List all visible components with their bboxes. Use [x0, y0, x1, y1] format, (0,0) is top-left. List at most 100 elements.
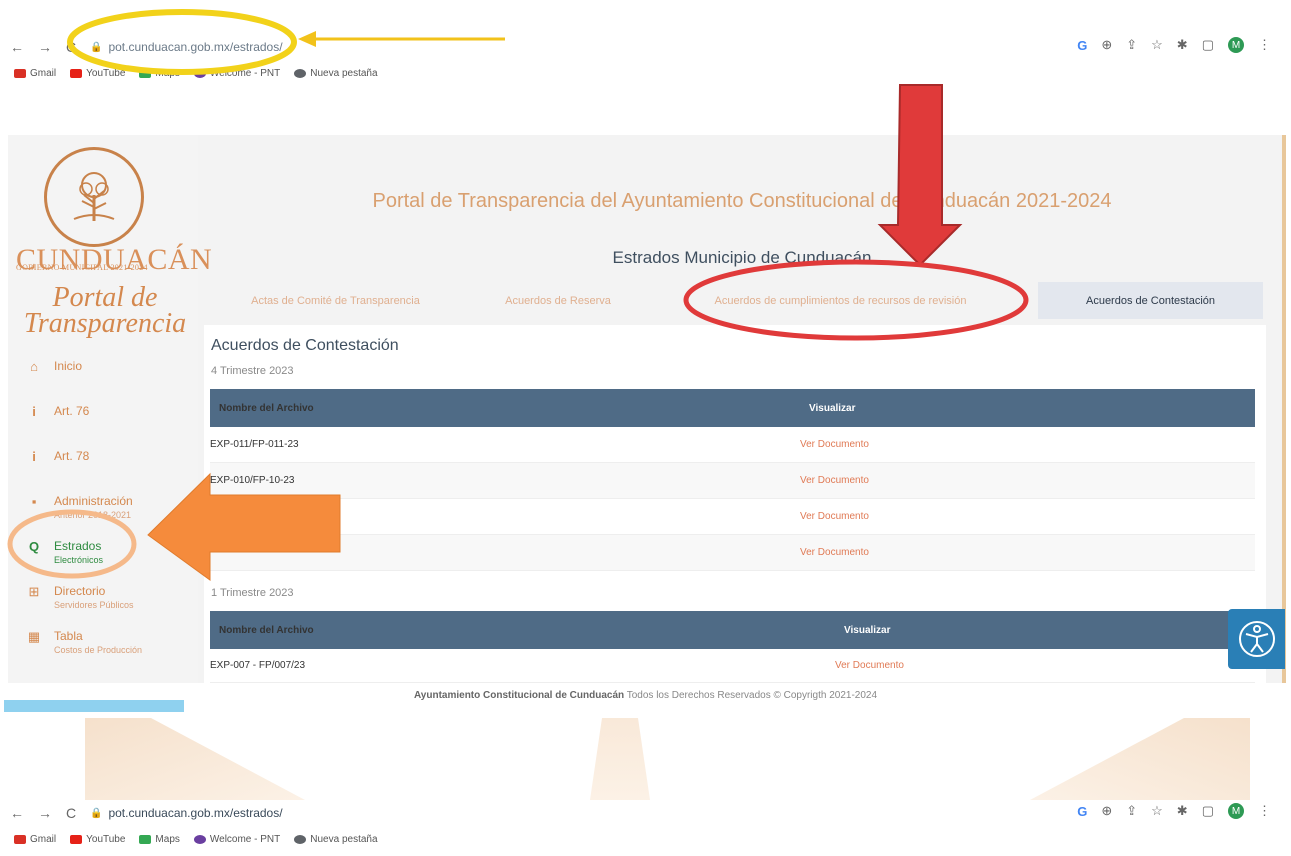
share-icon[interactable]: ⇪ [1126, 803, 1137, 819]
sidebar-menu: ⌂ Inicio i Art. 76 i Art. 78 ▪ Administr… [24, 353, 194, 668]
sidebar-item-tabla[interactable]: ▦ Tabla Costos de Producción [24, 623, 194, 668]
zoom-icon[interactable]: ⊕ [1101, 803, 1112, 819]
menu-icon[interactable]: ⋮ [1258, 803, 1271, 819]
bookmark-pnt[interactable]: Welcome - PNT [193, 68, 280, 79]
bookmark-maps[interactable]: Maps [139, 834, 180, 845]
sidebar-item-sub: Anterior 2018-2021 [54, 510, 132, 520]
quarter-label: 1 Trimestre 2023 [211, 587, 294, 599]
bookmark-new-tab[interactable]: Nueva pestaña [294, 68, 378, 79]
bookmark-gmail[interactable]: Gmail [14, 68, 56, 79]
back-icon[interactable]: ← [10, 805, 24, 821]
sidebar-item-art78[interactable]: i Art. 78 [24, 443, 194, 488]
forward-icon[interactable]: → [38, 805, 52, 821]
brand-subtitle: GOBIERNO MUNICIPAL 2021-2024 [16, 263, 148, 272]
sitemap-icon: ⊞ [28, 584, 40, 599]
view-document-link[interactable]: Ver Documento [800, 511, 869, 522]
lock-icon: 🔒 [90, 807, 103, 819]
sidebar-item-label: Directorio [54, 584, 106, 598]
reload-icon[interactable]: C [66, 39, 76, 55]
sidebar-item-text: Directorio Servidores Públicos [54, 584, 134, 612]
nav-buttons: ← → C [10, 805, 90, 821]
file-name: EXP-007 - FP/007/23 [210, 660, 306, 671]
sidebar-item-label: Art. 76 [54, 404, 90, 418]
bookmark-youtube[interactable]: YouTube [70, 68, 125, 79]
sidebar-item-art76[interactable]: i Art. 76 [24, 398, 194, 443]
footer: Ayuntamiento Constitucional de Cunduacán… [0, 690, 1291, 701]
bookmark-gmail[interactable]: Gmail [14, 834, 56, 845]
view-document-link[interactable]: Ver Documento [800, 475, 869, 486]
globe-icon [294, 834, 307, 844]
table-header: Nombre del Archivo Visualizar [210, 611, 1255, 649]
youtube-icon [70, 68, 83, 78]
view-document-link[interactable]: Ver Documento [800, 439, 869, 450]
bookmark-new-tab[interactable]: Nueva pestaña [294, 834, 378, 845]
sidebar-item-estrados[interactable]: Q Estrados Electrónicos [24, 533, 194, 578]
zoom-icon[interactable]: ⊕ [1101, 37, 1112, 53]
file-name: EXP-010/FP-10-23 [210, 475, 295, 486]
maps-icon [139, 68, 152, 78]
bookmarks-bar-top: Gmail YouTube Maps Welcome - PNT Nueva p… [0, 64, 1291, 82]
sidebar-item-text: Estrados Electrónicos [54, 539, 103, 567]
table-row: EXP-007 - FP/007/23 Ver Documento [210, 649, 1255, 683]
star-icon[interactable]: ☆ [1151, 37, 1163, 53]
bookmark-pnt[interactable]: Welcome - PNT [193, 834, 280, 845]
gmail-icon [14, 834, 26, 844]
portal-page: CUNDUACÁN GOBIERNO MUNICIPAL 2021-2024 P… [8, 135, 1286, 683]
info-icon: i [32, 449, 36, 464]
sidebar-item-directorio[interactable]: ⊞ Directorio Servidores Públicos [24, 578, 194, 623]
browser-toolbar-bottom: ← → C 🔒 pot.cunduacan.gob.mx/estrados/ G… [0, 800, 1291, 826]
globe-icon [294, 68, 307, 78]
tab-actas-comite[interactable]: Actas de Comité de Transparencia [198, 295, 473, 307]
extensions-icon[interactable]: ✱ [1177, 803, 1188, 819]
menu-icon[interactable]: ⋮ [1258, 37, 1271, 53]
sidepanel-icon[interactable]: ▢ [1202, 37, 1214, 53]
tree-icon [73, 172, 115, 221]
share-icon[interactable]: ⇪ [1126, 37, 1137, 53]
tab-acuerdos-contestacion[interactable]: Acuerdos de Contestación [1038, 282, 1263, 319]
sidebar-item-administracion[interactable]: ▪ Administración Anterior 2018-2021 [24, 488, 194, 533]
pnt-icon [193, 68, 206, 78]
gmail-icon [14, 68, 26, 78]
bookmark-maps[interactable]: Maps [139, 68, 180, 79]
accessibility-button[interactable] [1228, 609, 1285, 669]
sidebar-item-label: Tabla [54, 629, 83, 643]
back-icon[interactable]: ← [10, 39, 24, 55]
sidebar-item-label: Administración [54, 494, 133, 508]
documents-table: Nombre del Archivo Visualizar EXP-011/FP… [210, 389, 1255, 571]
browser-actions: G ⊕ ⇪ ☆ ✱ ▢ M ⋮ [1077, 803, 1271, 819]
column-header-view: Visualizar [809, 402, 856, 414]
search-icon: Q [28, 539, 40, 554]
browser-toolbar-top: ← → C 🔒 pot.cunduacan.gob.mx/estrados/ G… [0, 34, 1291, 60]
forward-icon[interactable]: → [38, 39, 52, 55]
bookmark-youtube[interactable]: YouTube [70, 834, 125, 845]
avatar[interactable]: M [1228, 37, 1244, 53]
page-title: Portal de Transparencia del Ayuntamiento… [372, 190, 1112, 212]
decoration-left [85, 718, 305, 800]
table-icon: ▦ [27, 629, 41, 644]
sidebar-item-label: Inicio [54, 359, 83, 373]
info-icon: i [32, 404, 36, 419]
address-bar[interactable]: pot.cunduacan.gob.mx/estrados/ [108, 806, 282, 820]
tabs: Actas de Comité de Transparencia Acuerdo… [198, 282, 1268, 319]
sidepanel-icon[interactable]: ▢ [1202, 803, 1214, 819]
documents-table: Nombre del Archivo Visualizar EXP-007 - … [210, 611, 1255, 683]
google-icon[interactable]: G [1077, 38, 1087, 53]
star-icon[interactable]: ☆ [1151, 803, 1163, 819]
portal-title: Portal de Transparencia [23, 282, 187, 339]
pnt-icon [193, 834, 206, 844]
avatar[interactable]: M [1228, 803, 1244, 819]
table-row: Ver Documento [210, 535, 1255, 571]
briefcase-icon: ▪ [31, 494, 37, 509]
view-document-link[interactable]: Ver Documento [800, 547, 869, 558]
extensions-icon[interactable]: ✱ [1177, 37, 1188, 53]
tab-acuerdos-reserva[interactable]: Acuerdos de Reserva [473, 295, 643, 307]
table-header: Nombre del Archivo Visualizar [210, 389, 1255, 427]
home-icon: ⌂ [30, 359, 38, 374]
sidebar-item-inicio[interactable]: ⌂ Inicio [24, 353, 194, 398]
maps-icon [139, 834, 152, 844]
address-bar[interactable]: pot.cunduacan.gob.mx/estrados/ [108, 40, 282, 54]
google-icon[interactable]: G [1077, 804, 1087, 819]
reload-icon[interactable]: C [66, 805, 76, 821]
view-document-link[interactable]: Ver Documento [835, 660, 904, 671]
tab-acuerdos-cumplimientos[interactable]: Acuerdos de cumplimientos de recursos de… [643, 295, 1038, 307]
